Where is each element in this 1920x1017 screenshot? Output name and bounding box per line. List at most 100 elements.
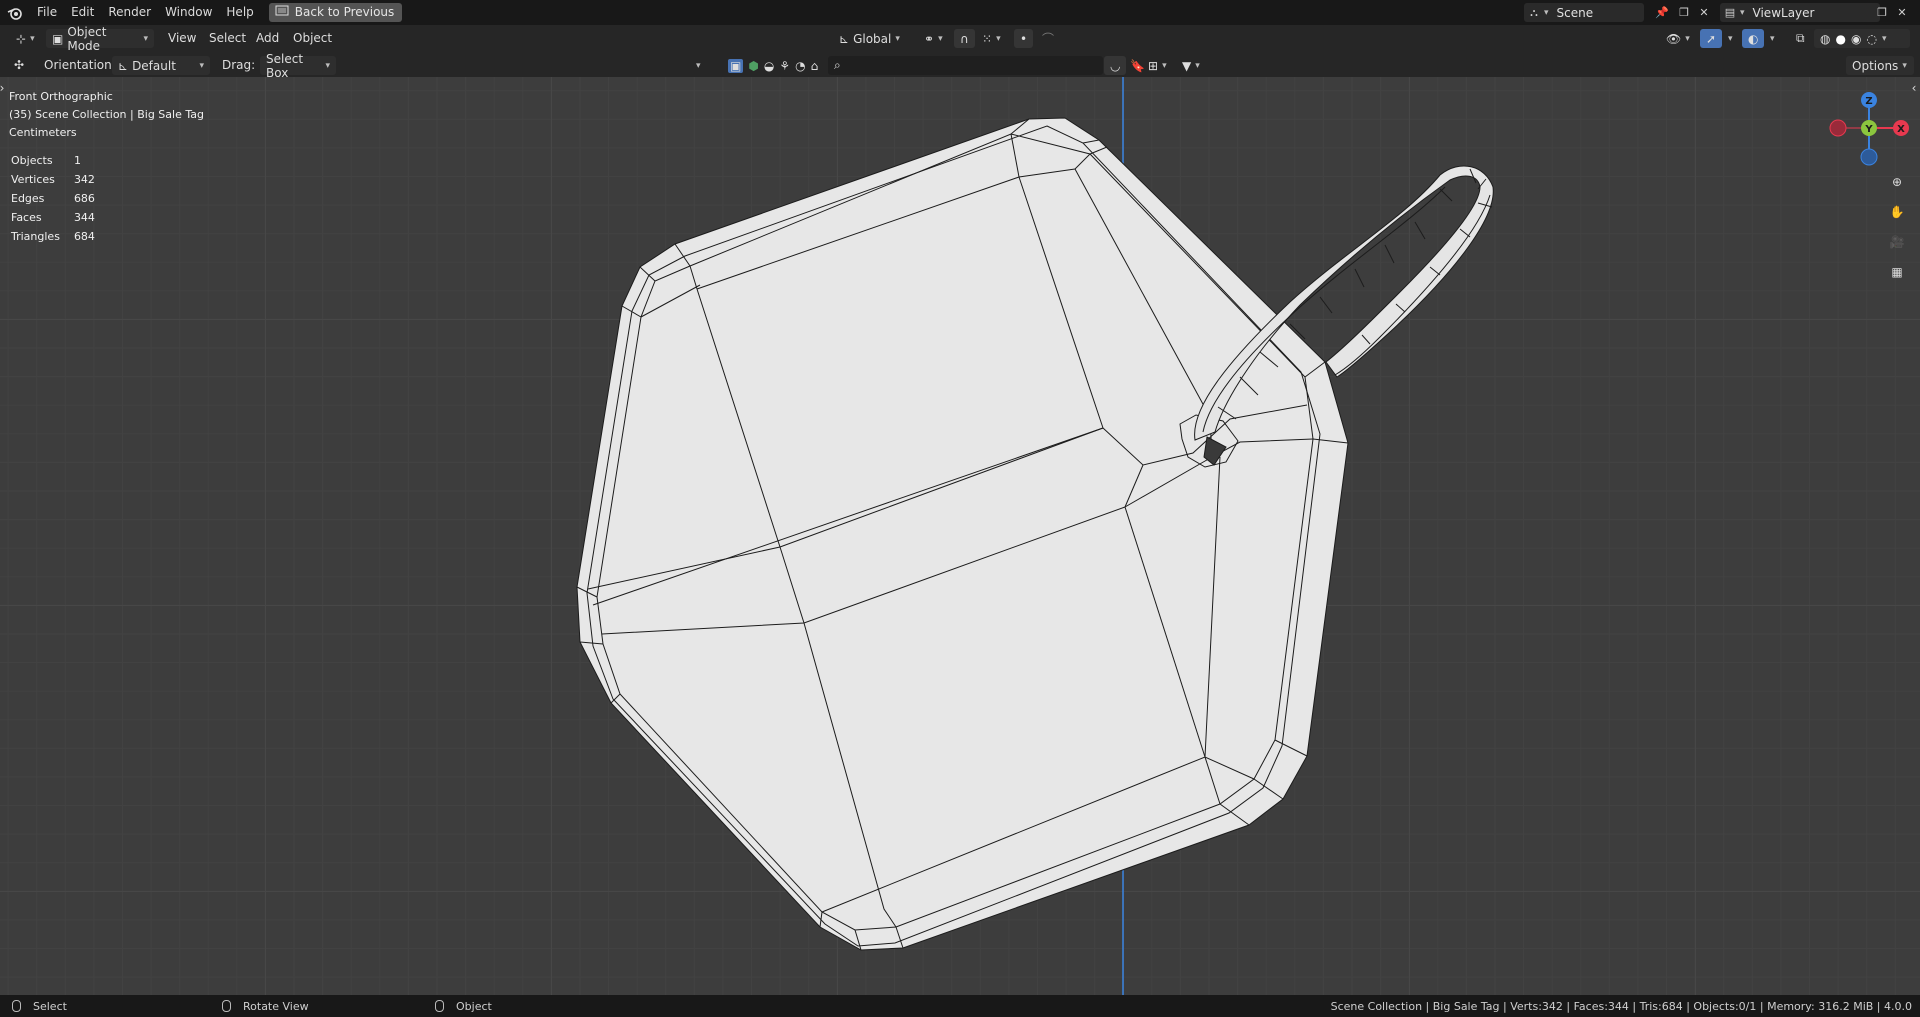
snap-target-selector[interactable]: ⁙ ▾ xyxy=(976,29,1007,48)
transform-orientation-label: Global xyxy=(853,31,892,46)
stat-row: Triangles 684 xyxy=(11,230,95,243)
orientation-label: Orientation: xyxy=(44,58,116,72)
brush-filter-icon[interactable]: ⌂ xyxy=(811,59,819,73)
menu-window[interactable]: Window xyxy=(158,0,219,25)
orientation-icon: ⊾ xyxy=(118,58,129,73)
editor-type-icon: ⊹ xyxy=(16,31,27,46)
zoom-icon[interactable]: ⊕ xyxy=(1886,171,1908,193)
remove-scene-icon[interactable]: ✕ xyxy=(1694,3,1714,22)
transform-orientation-selector[interactable]: ⊾ Global ▾ xyxy=(833,29,906,48)
hierarchy-selector[interactable]: ⊞ ▾ xyxy=(1142,56,1173,75)
status-object-hint: Object xyxy=(435,1000,492,1013)
drag-selector[interactable]: Select Box ▾ xyxy=(260,52,336,80)
rendered-shading-icon[interactable]: ◌ xyxy=(1866,32,1876,46)
stat-row: Vertices 342 xyxy=(11,173,95,186)
top-bar: File Edit Render Window Help Back to Pre… xyxy=(0,0,1920,25)
magnet-icon: ∩ xyxy=(960,31,969,46)
blender-logo-icon[interactable] xyxy=(0,6,30,20)
tool-settings-bar: ✣ Orientation: ⊾ Default ▾ Drag: Select … xyxy=(0,52,1920,80)
outliner-search-input[interactable]: ⌕ xyxy=(828,56,1103,75)
proportional-editing-toggle[interactable]: • xyxy=(1014,29,1034,48)
grid-toggle-icon[interactable]: ▦ xyxy=(1886,261,1908,283)
stat-row: Objects 1 xyxy=(11,154,81,167)
gizmo-y-label: Y xyxy=(1864,124,1873,135)
drag-label: Drag: xyxy=(222,58,256,72)
gizmo-toggle[interactable]: ➚ xyxy=(1700,29,1723,48)
new-scene-icon[interactable]: ❐ xyxy=(1674,3,1694,22)
orientation-axes-icon: ⊾ xyxy=(839,31,850,46)
mouse-right-icon xyxy=(435,1000,444,1012)
mouse-left-icon xyxy=(12,1000,21,1012)
menu-help[interactable]: Help xyxy=(219,0,260,25)
camera-icon[interactable]: 🎥 xyxy=(1886,231,1908,253)
overlays-dropdown[interactable]: ▾ xyxy=(1764,29,1781,48)
pan-hand-icon[interactable]: ✋ xyxy=(1886,201,1908,223)
filter-curve-icon: ◡ xyxy=(1110,58,1121,73)
texture-filter-icon[interactable]: ⚘ xyxy=(779,59,790,73)
object-menu[interactable]: Object xyxy=(293,29,332,48)
menu-file[interactable]: File xyxy=(30,0,64,25)
solid-shading-icon[interactable]: ● xyxy=(1835,32,1845,46)
big-sale-tag-mesh[interactable] xyxy=(576,117,1349,951)
material-shading-icon[interactable]: ◉ xyxy=(1851,32,1861,46)
back-to-previous-label: Back to Previous xyxy=(294,5,395,19)
transform-tool-icon[interactable]: ✣ xyxy=(14,56,24,75)
pivot-point-selector[interactable]: ⚭ ▾ xyxy=(918,29,949,48)
view-name: Front Orthographic xyxy=(9,90,113,103)
orientation-selector[interactable]: ⊾ Default ▾ xyxy=(112,56,210,75)
shading-modes[interactable]: ◍ ● ◉ ◌ ▾ xyxy=(1814,29,1910,48)
view-menu[interactable]: View xyxy=(168,29,196,48)
xray-icon: ⧉ xyxy=(1796,31,1805,45)
status-scene-info: Scene Collection | Big Sale Tag | Verts:… xyxy=(1330,999,1912,1013)
xray-toggle[interactable]: ⧉ xyxy=(1790,29,1811,48)
gizmo-neg-z-axis[interactable] xyxy=(1860,148,1878,166)
menu-edit[interactable]: Edit xyxy=(64,0,101,25)
scene-icon: ⛬ xyxy=(1530,5,1538,19)
search-icon: ⌕ xyxy=(834,58,841,72)
funnel-icon: ▼ xyxy=(1182,58,1192,73)
units-label: Centimeters xyxy=(9,126,77,139)
object-type-filters[interactable]: ▣ ⬢ ◒ ⚘ ◔ ⌂ xyxy=(726,56,826,75)
funnel-filter[interactable]: ▼ ▾ xyxy=(1176,56,1206,75)
object-mode-icon: ▣ xyxy=(52,31,64,46)
toolbar-toggle-icon[interactable]: › xyxy=(0,77,8,99)
viewport-canvas: Z Y X xyxy=(576,77,1909,995)
fullscreen-icon xyxy=(275,3,289,22)
chevron-down-icon: ▾ xyxy=(143,33,148,44)
proportional-dot-icon: • xyxy=(1020,31,1028,46)
gizmo-icon: ➚ xyxy=(1706,31,1717,46)
gizmo-x-label: X xyxy=(1897,124,1905,135)
overlays-icon: ◐ xyxy=(1748,31,1759,46)
gizmo-z-label: Z xyxy=(1865,96,1872,107)
visibility-selector[interactable]: 👁 ▾ xyxy=(1660,29,1696,48)
navigation-gizmo[interactable]: Z Y X xyxy=(1829,92,1909,166)
3d-viewport[interactable]: Z Y X ⊕ ✋ 🎥 ▦ ‹ › xyxy=(0,77,1920,995)
falloff-selector[interactable]: ⌒ xyxy=(1036,29,1060,48)
selectability-chevron[interactable]: ▾ xyxy=(690,56,707,75)
snap-toggle[interactable]: ∩ xyxy=(954,29,975,48)
new-view-layer-icon[interactable]: ❐ xyxy=(1872,3,1892,22)
wireframe-shading-icon[interactable]: ◍ xyxy=(1820,32,1830,46)
remove-view-layer-icon[interactable]: ✕ xyxy=(1892,3,1912,22)
scene-selector[interactable]: ⛬ ▾ Scene xyxy=(1524,3,1644,22)
overlays-toggle[interactable]: ◐ xyxy=(1742,29,1765,48)
scene-name: Scene xyxy=(1556,5,1594,20)
back-to-previous-button[interactable]: Back to Previous xyxy=(268,3,403,22)
menu-render[interactable]: Render xyxy=(101,0,158,25)
editor-type-selector[interactable]: ⊹ ▾ xyxy=(10,29,41,48)
stat-row: Faces 344 xyxy=(11,211,95,224)
shading-filter-icon[interactable]: ◒ xyxy=(764,59,774,73)
pivot-icon: ⚭ xyxy=(924,31,935,46)
gizmo-dropdown[interactable]: ▾ xyxy=(1722,29,1739,48)
sidebar-toggle-icon[interactable]: ‹ xyxy=(1908,77,1920,99)
world-filter-icon[interactable]: ◔ xyxy=(795,59,805,73)
options-dropdown[interactable]: Options ▾ xyxy=(1846,56,1914,75)
mode-selector[interactable]: ▣ Object Mode ▾ xyxy=(46,25,154,53)
material-filter-icon[interactable]: ⬢ xyxy=(748,59,758,73)
pin-icon[interactable]: 📌 xyxy=(1652,3,1672,22)
select-menu[interactable]: Select xyxy=(209,29,246,48)
view-layer-selector[interactable]: ▤ ▾ ViewLayer xyxy=(1720,3,1880,22)
gizmo-neg-x-axis[interactable] xyxy=(1829,119,1847,137)
add-menu[interactable]: Add xyxy=(256,29,279,48)
mesh-filter-icon[interactable]: ▣ xyxy=(728,58,744,73)
